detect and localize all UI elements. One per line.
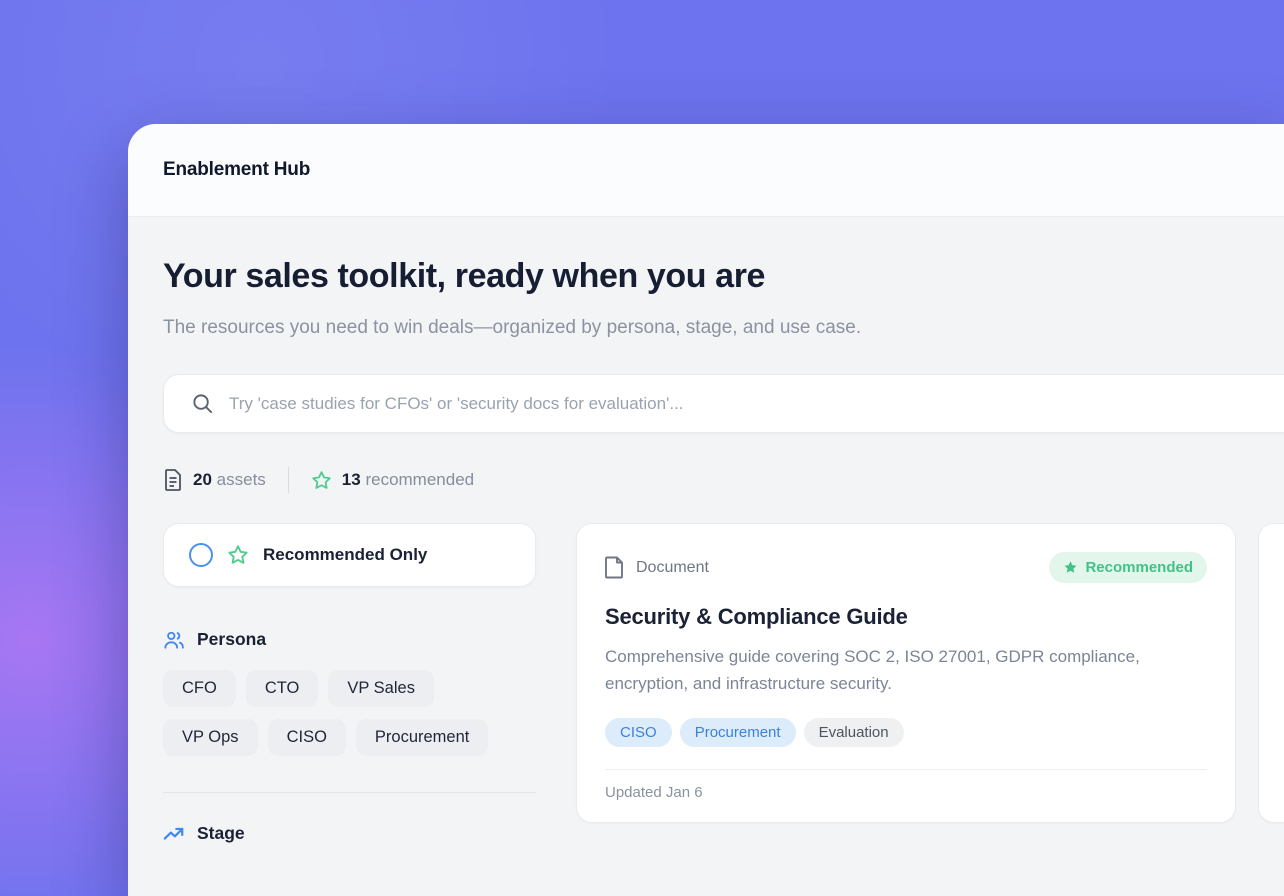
tag-ciso[interactable]: CISO — [605, 718, 672, 747]
assets-count: 20 — [193, 470, 212, 489]
recommended-badge: Recommended — [1049, 552, 1207, 583]
search-icon — [191, 392, 214, 415]
recommended-only-toggle[interactable]: Recommended Only — [163, 523, 536, 587]
star-filled-icon — [1063, 560, 1078, 575]
search-input[interactable] — [229, 375, 1284, 432]
app-header: Enablement Hub — [128, 124, 1284, 217]
recommended-stat: 13 recommended — [311, 470, 474, 491]
star-outline-icon — [227, 544, 249, 566]
page-title: Your sales toolkit, ready when you are — [163, 257, 1284, 296]
persona-chip-vp-sales[interactable]: VP Sales — [328, 670, 434, 707]
assets-label: assets — [217, 470, 266, 489]
search-bar[interactable] — [163, 374, 1284, 433]
recommended-count: 13 — [342, 470, 361, 489]
radio-circle-icon[interactable] — [189, 543, 213, 567]
stage-section-heading: Stage — [163, 823, 536, 844]
persona-chip-group: CFO CTO VP Sales VP Ops CISO Procurement — [163, 670, 536, 756]
persona-section-label: Persona — [197, 629, 266, 650]
persona-chip-vp-ops[interactable]: VP Ops — [163, 719, 258, 756]
asset-tags: CISO Procurement Evaluation — [605, 718, 1207, 747]
asset-card-security-compliance[interactable]: Document Recommended Security & Complian… — [576, 523, 1236, 823]
asset-title: Security & Compliance Guide — [605, 604, 1207, 630]
app-title: Enablement Hub — [163, 159, 310, 181]
trending-up-icon — [163, 826, 185, 842]
page-subtitle: The resources you need to win deals—orga… — [163, 308, 983, 347]
stats-divider — [288, 467, 289, 493]
recommended-label: recommended — [365, 470, 474, 489]
document-icon — [605, 556, 624, 579]
persona-section-heading: Persona — [163, 629, 536, 650]
persona-chip-procurement[interactable]: Procurement — [356, 719, 488, 756]
asset-updated-date: Updated Jan 6 — [605, 769, 1207, 801]
file-text-icon — [163, 469, 183, 491]
assets-stat: 20 assets — [163, 469, 266, 491]
users-icon — [163, 630, 185, 650]
stats-row: 20 assets 13 recommended — [163, 467, 1284, 493]
tag-evaluation[interactable]: Evaluation — [804, 718, 904, 747]
persona-chip-cto[interactable]: CTO — [246, 670, 319, 707]
recommended-only-label: Recommended Only — [263, 545, 427, 565]
recommended-badge-label: Recommended — [1085, 559, 1193, 576]
results-list: Document Recommended Security & Complian… — [576, 523, 1284, 823]
asset-description: Comprehensive guide covering SOC 2, ISO … — [605, 643, 1195, 697]
filters-and-results: Recommended Only Persona CFO — [163, 523, 1284, 844]
main-content: Your sales toolkit, ready when you are T… — [128, 257, 1284, 844]
persona-chip-ciso[interactable]: CISO — [268, 719, 346, 756]
star-outline-icon — [311, 470, 332, 491]
enablement-hub-window: Enablement Hub Your sales toolkit, ready… — [128, 124, 1284, 896]
asset-card-partial[interactable] — [1258, 523, 1284, 823]
asset-type-label: Document — [636, 559, 709, 577]
stage-section-label: Stage — [197, 823, 245, 844]
tag-procurement[interactable]: Procurement — [680, 718, 796, 747]
filter-sidebar: Recommended Only Persona CFO — [163, 523, 536, 844]
persona-chip-cfo[interactable]: CFO — [163, 670, 236, 707]
sidebar-divider — [163, 792, 536, 793]
